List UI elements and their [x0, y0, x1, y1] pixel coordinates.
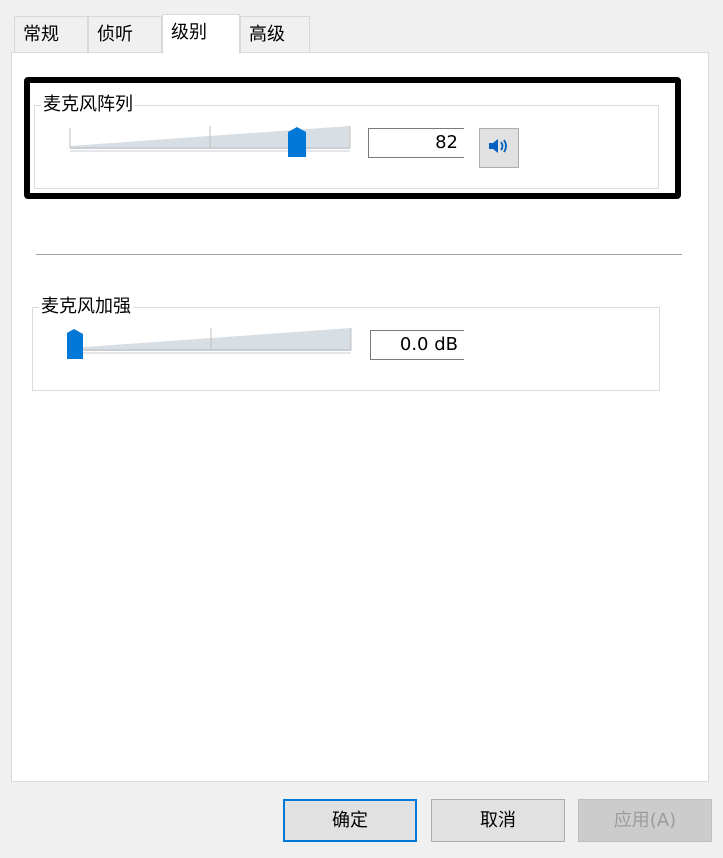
tab-general[interactable]: 常规 [14, 16, 88, 52]
apply-button[interactable]: 应用(A) [578, 799, 712, 842]
cancel-button[interactable]: 取消 [431, 799, 565, 842]
mic-boost-value-input[interactable]: 0.0 dB [370, 330, 464, 360]
mute-button[interactable] [479, 128, 519, 168]
speaker-icon [488, 136, 510, 161]
ok-button[interactable]: 确定 [283, 799, 417, 842]
mic-array-label: 麦克风阵列 [41, 94, 135, 116]
mic-boost-slider[interactable] [67, 326, 355, 359]
mic-boost-label: 麦克风加强 [39, 296, 133, 318]
mic-array-value-input[interactable]: 82 [368, 128, 464, 158]
tab-levels[interactable]: 级别 [162, 14, 240, 54]
mic-array-slider-thumb [288, 127, 306, 157]
tab-listen[interactable]: 侦听 [88, 16, 162, 52]
mic-array-slider[interactable] [66, 124, 354, 157]
separator [36, 254, 682, 255]
mic-boost-slider-thumb [67, 329, 83, 359]
tab-advanced[interactable]: 高级 [240, 16, 310, 52]
